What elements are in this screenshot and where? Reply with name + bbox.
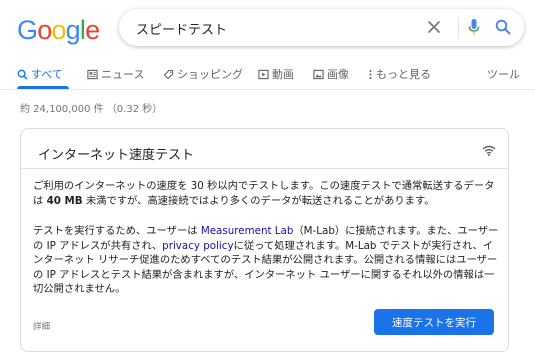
tab-videos[interactable]: 動画 bbox=[258, 66, 294, 82]
search-divider bbox=[458, 18, 459, 38]
tab-label: すべて bbox=[31, 68, 63, 81]
image-icon bbox=[313, 69, 324, 79]
search-icon bbox=[17, 69, 28, 80]
notice-text: テストを実行するため、ユーザーは bbox=[33, 225, 201, 237]
logo-letter: o bbox=[37, 15, 52, 45]
tab-all[interactable]: すべて bbox=[17, 66, 63, 82]
run-speed-test-button[interactable]: 速度テストを実行 bbox=[374, 309, 494, 335]
more-icon bbox=[369, 69, 372, 79]
card-title: インターネット速度テスト bbox=[38, 148, 195, 163]
search-input[interactable]: スピードテスト bbox=[136, 19, 227, 38]
measurement-lab-link[interactable]: Measurement Lab bbox=[201, 225, 294, 237]
tab-label: ショッピング bbox=[177, 68, 243, 81]
search-icon[interactable] bbox=[495, 19, 511, 35]
tab-news[interactable]: ニュース bbox=[87, 66, 144, 82]
tag-icon bbox=[163, 69, 174, 79]
tab-more[interactable]: もっと見る bbox=[368, 66, 431, 82]
tools-button[interactable]: ツール bbox=[487, 66, 520, 82]
mic-icon[interactable] bbox=[468, 18, 480, 36]
tab-label: ニュース bbox=[101, 68, 145, 81]
wifi-icon bbox=[482, 145, 496, 156]
google-logo[interactable]: Google bbox=[17, 15, 100, 45]
data-size: 40 MB bbox=[46, 194, 83, 207]
logo-letter: e bbox=[85, 15, 100, 45]
speed-test-card: インターネット速度テスト ご利用のインターネットの速度を 30 秒以内でテストし… bbox=[20, 128, 509, 352]
play-icon bbox=[258, 69, 269, 79]
card-divider bbox=[21, 168, 508, 169]
logo-letter: g bbox=[65, 15, 81, 45]
tab-images[interactable]: 画像 bbox=[313, 66, 349, 82]
tab-label: もっと見る bbox=[376, 68, 431, 81]
news-icon bbox=[87, 69, 98, 79]
privacy-notice: テストを実行するため、ユーザーは Measurement Lab（M-Lab）に… bbox=[33, 224, 503, 297]
tools-label: ツール bbox=[487, 68, 520, 81]
logo-letter: o bbox=[51, 15, 66, 45]
result-stats: 約 24,100,000 件 （0.32 秒） bbox=[20, 104, 163, 115]
speed-test-description: ご利用のインターネットの速度を 30 秒以内でテストします。この速度テストで通常… bbox=[33, 179, 503, 208]
privacy-policy-link[interactable]: privacy policy bbox=[162, 240, 233, 252]
search-tabs: すべて ニュース ショッピング 動画 画像 もっと見る ツール bbox=[17, 66, 527, 86]
tab-label: 動画 bbox=[272, 68, 294, 81]
description-text: 未満ですが、高速接続ではより多くのデータが転送されることがあります。 bbox=[82, 194, 435, 207]
tab-shopping[interactable]: ショッピング bbox=[163, 66, 243, 82]
search-box[interactable]: スピードテスト bbox=[119, 9, 524, 46]
close-icon[interactable] bbox=[427, 20, 441, 34]
logo-letter: G bbox=[17, 15, 38, 45]
tab-label: 画像 bbox=[327, 68, 349, 81]
details-link[interactable]: 詳細 bbox=[33, 320, 50, 332]
tabs-divider bbox=[0, 89, 535, 90]
